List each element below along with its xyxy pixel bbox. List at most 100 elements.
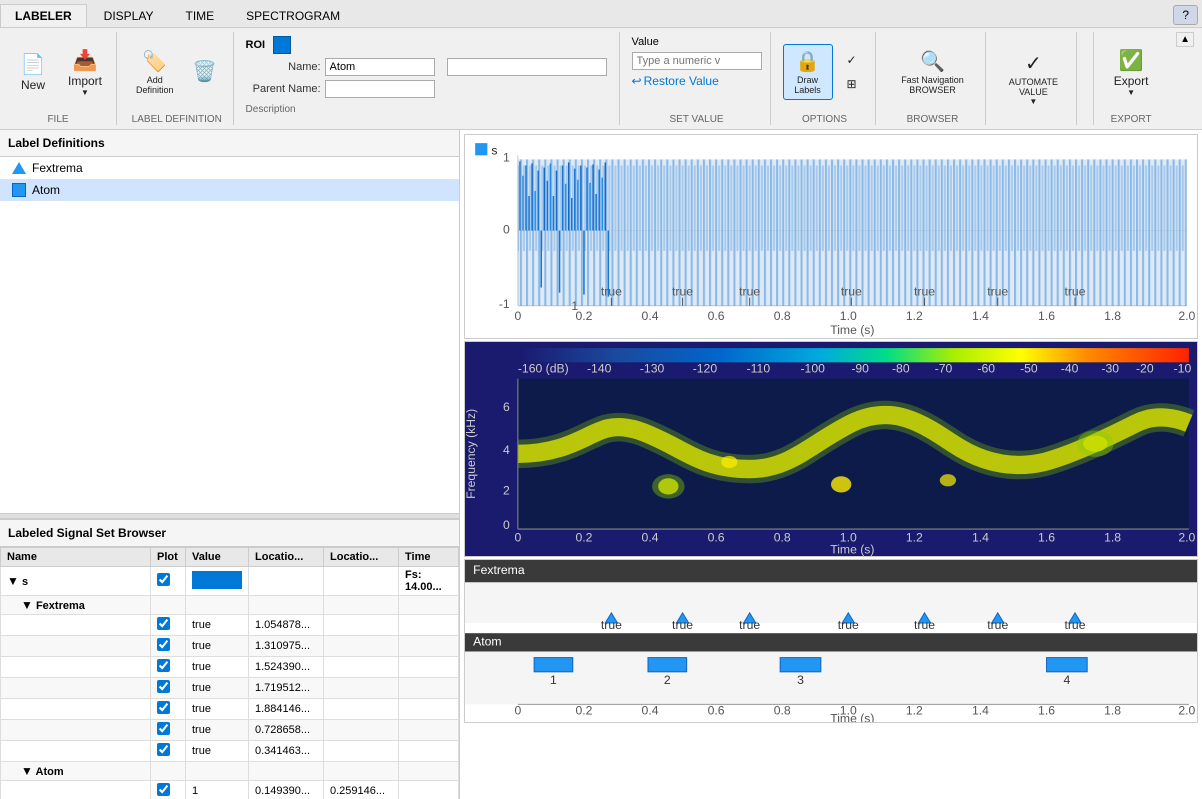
expand-atom[interactable]: ▼ — [21, 764, 33, 778]
fext-loc1-2: 1.310975... — [249, 636, 324, 657]
svg-text:1.8: 1.8 — [1104, 309, 1121, 323]
tab-time[interactable]: TIME — [170, 4, 229, 27]
svg-text:true: true — [987, 285, 1008, 299]
spectrogram-chart[interactable]: -160 (dB) -140 -130 -120 -110 -100 -90 -… — [464, 341, 1198, 557]
import-button[interactable]: 📥 Import ▼ — [62, 44, 108, 101]
col-plot: Plot — [151, 548, 186, 567]
export-arrow[interactable]: ▼ — [1127, 88, 1135, 97]
svg-text:0: 0 — [514, 309, 521, 323]
svg-text:2.0: 2.0 — [1178, 309, 1195, 323]
fext-val-4: true — [186, 678, 249, 699]
fast-nav-icon: 🔍 — [920, 49, 945, 74]
description-input[interactable] — [447, 58, 607, 76]
svg-text:-10: -10 — [1174, 362, 1192, 376]
browser-title: Labeled Signal Set Browser — [0, 519, 459, 547]
labels-svg: Fextrema true true true true true true — [465, 560, 1197, 723]
svg-text:Time (s): Time (s) — [830, 543, 874, 556]
svg-text:true: true — [601, 285, 622, 299]
label-def-atom[interactable]: Atom — [0, 179, 459, 201]
svg-text:1.2: 1.2 — [906, 531, 923, 545]
table-row: true 1.054878... — [1, 615, 459, 636]
atom-check-1[interactable] — [157, 783, 170, 796]
restore-button[interactable]: ↩ Restore Value — [632, 74, 762, 88]
import-dropdown-arrow[interactable]: ▼ — [81, 88, 89, 97]
options-btn-1[interactable]: ✓ — [837, 50, 867, 70]
new-button[interactable]: 📄 New — [8, 47, 58, 97]
fext-check-4[interactable] — [157, 680, 170, 693]
fext-val-2: true — [186, 636, 249, 657]
ribbon-group-file: 📄 New 📥 Import ▼ FILE — [8, 32, 117, 125]
svg-text:true: true — [841, 285, 862, 299]
fext-check-7[interactable] — [157, 743, 170, 756]
svg-text:-40: -40 — [1061, 362, 1079, 376]
draw-buttons: 🔒 Draw Labels ✓ ⊞ — [783, 32, 867, 112]
svg-text:-100: -100 — [801, 362, 826, 376]
ribbon-group-set-value: Value ↩ Restore Value SET VALUE — [632, 32, 771, 125]
svg-text:-60: -60 — [977, 362, 995, 376]
table-area[interactable]: Name Plot Value Locatio... Locatio... Ti… — [0, 547, 459, 799]
tab-labeler[interactable]: LABELER — [0, 4, 87, 27]
automate-value-button[interactable]: ✓ AUTOMATE VALUE ▼ — [998, 47, 1068, 110]
fext-check-3[interactable] — [157, 659, 170, 672]
col-loc1: Locatio... — [249, 548, 324, 567]
col-loc2: Locatio... — [324, 548, 399, 567]
svg-text:2.0: 2.0 — [1178, 531, 1195, 545]
expand-fextrema[interactable]: ▼ — [21, 598, 33, 612]
labels-chart[interactable]: Fextrema true true true true true true — [464, 559, 1198, 724]
s-plot-check[interactable] — [157, 573, 170, 586]
chart-area: s 1 0 -1 0 0.2 0.4 0.6 0.8 — [460, 130, 1202, 799]
svg-text:-30: -30 — [1101, 362, 1119, 376]
svg-text:true: true — [987, 618, 1008, 632]
selected-def-group-label: Description — [246, 102, 607, 115]
fext-check-6[interactable] — [157, 722, 170, 735]
name-input[interactable] — [325, 58, 435, 76]
export-button[interactable]: ✅ Export ▼ — [1106, 43, 1156, 102]
draw-labels-button[interactable]: 🔒 Draw Labels — [783, 44, 833, 100]
svg-text:Atom: Atom — [473, 634, 501, 648]
delete-button[interactable]: 🗑️ — [185, 55, 225, 89]
table-row: true 0.728658... — [1, 720, 459, 741]
fextrema-label: Fextrema — [32, 161, 83, 175]
value-input[interactable] — [632, 52, 762, 70]
svg-text:1: 1 — [550, 673, 557, 687]
parent-label: Parent Name: — [246, 83, 321, 95]
tab-spectrogram[interactable]: SPECTROGRAM — [231, 4, 355, 27]
fext-val-1: true — [186, 615, 249, 636]
options-btn-2[interactable]: ⊞ — [837, 74, 867, 94]
ribbon-group-draw: 🔒 Draw Labels ✓ ⊞ OPTIONS — [783, 32, 876, 125]
fext-check-1[interactable] — [157, 617, 170, 630]
svg-text:-160 (dB): -160 (dB) — [518, 362, 569, 376]
table-row: ▼ Fextrema — [1, 596, 459, 615]
svg-text:0.4: 0.4 — [642, 309, 659, 323]
value-label: Value — [632, 36, 762, 48]
svg-text:-70: -70 — [935, 362, 953, 376]
svg-text:1.4: 1.4 — [972, 531, 989, 545]
delete-icon: 🗑️ — [192, 59, 217, 84]
ribbon-group-selected-def: ROI Name: Parent Name: Description — [246, 32, 620, 125]
collapse-ribbon-button[interactable]: ▲ — [1176, 32, 1194, 47]
svg-text:6: 6 — [503, 400, 510, 414]
automate-arrow[interactable]: ▼ — [1029, 97, 1037, 106]
svg-text:true: true — [601, 618, 622, 632]
fext-check-2[interactable] — [157, 638, 170, 651]
svg-text:-20: -20 — [1136, 362, 1154, 376]
col-value: Value — [186, 548, 249, 567]
label-def-fextrema[interactable]: Fextrema — [0, 157, 459, 179]
ribbon-group-automate: ✓ AUTOMATE VALUE ▼ — [998, 32, 1077, 125]
tab-display[interactable]: DISPLAY — [89, 4, 169, 27]
svg-text:1.2: 1.2 — [906, 703, 923, 717]
add-definition-button[interactable]: 🏷️ Add Definition — [129, 44, 181, 100]
expand-s[interactable]: ▼ — [7, 574, 19, 588]
svg-text:0.6: 0.6 — [708, 309, 725, 323]
help-button[interactable]: ? — [1173, 5, 1198, 25]
waveform-chart[interactable]: s 1 0 -1 0 0.2 0.4 0.6 0.8 — [464, 134, 1198, 339]
parent-input[interactable] — [325, 80, 435, 98]
table-row: true 1.719512... — [1, 678, 459, 699]
fext-check-5[interactable] — [157, 701, 170, 714]
selected-def-inputs: ROI Name: Parent Name: — [246, 32, 607, 102]
svg-text:1.4: 1.4 — [972, 309, 989, 323]
col-name: Name — [1, 548, 151, 567]
draw-labels-icon: 🔒 — [795, 49, 820, 74]
svg-text:4: 4 — [503, 443, 510, 457]
fast-nav-button[interactable]: 🔍 Fast Navigation BROWSER — [888, 44, 978, 100]
